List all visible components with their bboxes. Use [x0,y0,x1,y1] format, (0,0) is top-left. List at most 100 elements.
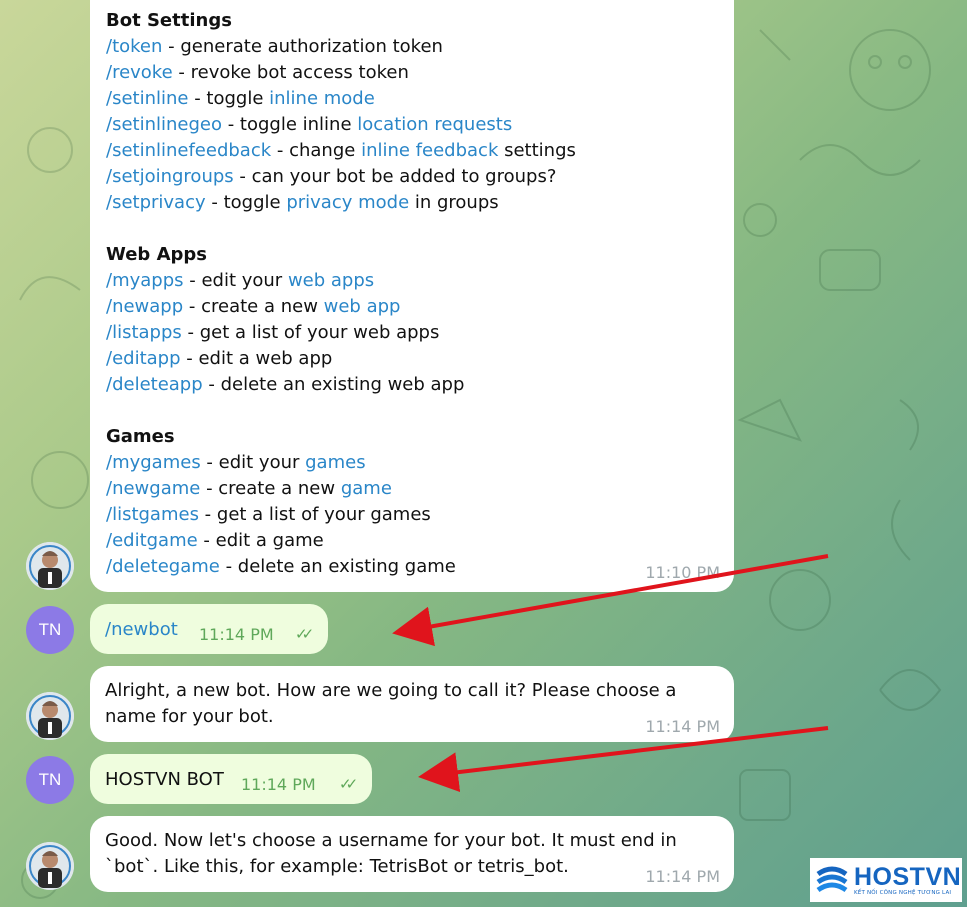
bot-avatar[interactable] [26,542,74,590]
hostvn-watermark-logo: HOSTVN KẾT NỐI CÔNG NGHỆ TƯƠNG LAI [810,858,962,902]
command-link[interactable]: game [341,478,392,499]
command-line: /setinlinefeedback - change inline feedb… [106,138,734,164]
command-description: - delete an existing web app [202,374,465,395]
command-line: /newapp - create a new web app [106,294,734,320]
section-title: Web Apps [106,244,207,265]
section-title: Games [106,426,175,447]
command-link[interactable]: /setinline [106,88,188,109]
outgoing-message-hostvn-bot: HOSTVN BOT 11:14 PM ✓✓ [90,754,372,804]
message-time: 11:14 PM [645,717,720,736]
command-line: /setjoingroups - can your bot be added t… [106,164,734,190]
bot-avatar[interactable] [26,692,74,740]
command-description: - get a list of your games [198,504,431,525]
bot-avatar-photo [26,842,74,890]
command-line: /mygames - edit your games [106,450,734,476]
command-link[interactable]: /editgame [106,530,198,551]
command-description: - edit your [183,270,288,291]
command-description: - get a list of your web apps [181,322,440,343]
command-link[interactable]: /revoke [106,62,173,83]
command-line: /setprivacy - toggle privacy mode in gro… [106,190,734,216]
commands-list: Bot Settings/token - generate authorizat… [106,8,734,580]
command-description: - toggle [188,88,270,109]
command-description: - toggle [205,192,287,213]
message-time: 11:14 PM [645,867,720,886]
command-link[interactable]: /newgame [106,478,200,499]
command-link[interactable]: /setinlinegeo [106,114,222,135]
message-time: 11:14 PM [199,625,274,644]
command-line: /setinline - toggle inline mode [106,86,734,112]
command-line: /token - generate authorization token [106,34,734,60]
double-check-icon: ✓✓ [339,775,358,793]
bot-avatar-photo [26,692,74,740]
command-description: - revoke bot access token [172,62,409,83]
command-link[interactable]: /deleteapp [106,374,203,395]
command-description: - create a new [183,296,324,317]
command-link[interactable]: /setprivacy [106,192,206,213]
user-avatar[interactable]: TN [26,606,74,654]
command-description: - edit a web app [180,348,333,369]
command-link[interactable]: /setjoingroups [106,166,234,187]
command-link[interactable]: /mygames [106,452,201,473]
command-link[interactable]: web app [324,296,401,317]
user-avatar-initials: TN [38,770,62,789]
hostvn-logo-tagline: KẾT NỐI CÔNG NGHỆ TƯƠNG LAI [854,890,952,896]
command-link[interactable]: /token [106,36,162,57]
command-link[interactable]: /setinlinefeedback [106,140,271,161]
message-text: HOSTVN BOT [105,769,224,790]
message-text-line1: Good. Now let's choose a username for yo… [105,830,677,851]
command-link[interactable]: location requests [357,114,512,135]
command-line: /newgame - create a new game [106,476,734,502]
command-link[interactable]: privacy mode [286,192,409,213]
command-link[interactable]: /deletegame [106,556,220,577]
message-text[interactable]: /newbot [105,617,178,643]
command-link[interactable]: /myapps [106,270,184,291]
command-line: /setinlinegeo - toggle inline location r… [106,112,734,138]
message-text-line2: name for your bot. [105,706,274,727]
command-link[interactable]: web apps [288,270,374,291]
command-line: /listapps - get a list of your web apps [106,320,734,346]
chat-area[interactable]: Bot Settings/token - generate authorizat… [0,0,967,907]
message-text-line2: `bot`. Like this, for example: TetrisBot… [105,856,569,877]
command-link[interactable]: /newapp [106,296,183,317]
command-description: - change [271,140,362,161]
bot-commands-message: Bot Settings/token - generate authorizat… [90,0,734,592]
bot-reply-choose-name: Alright, a new bot. How are we going to … [90,666,734,742]
message-text-line1: Alright, a new bot. How are we going to … [105,680,677,701]
message-time: 11:14 PM [241,775,316,794]
command-description: - generate authorization token [162,36,443,57]
command-link[interactable]: /editapp [106,348,181,369]
command-description: - toggle inline [221,114,358,135]
double-check-icon: ✓✓ [295,625,314,643]
command-description: - delete an existing game [219,556,456,577]
command-description: - can your bot be added to groups? [233,166,557,187]
message-time: 11:10 PM [645,563,720,582]
bot-avatar-photo [26,542,74,590]
command-line: /editgame - edit a game [106,528,734,554]
command-link[interactable]: inline mode [269,88,375,109]
outgoing-message-newbot: /newbot 11:14 PM ✓✓ [90,604,328,654]
hostvn-logo-name: HOSTVN [854,863,962,891]
command-description: in groups [409,192,499,213]
user-avatar[interactable]: TN [26,756,74,804]
command-link[interactable]: inline feedback [361,140,498,161]
command-link[interactable]: /listgames [106,504,199,525]
user-avatar-initials: TN [38,620,62,639]
section-title: Bot Settings [106,10,232,31]
bot-avatar[interactable] [26,842,74,890]
command-line: /myapps - edit your web apps [106,268,734,294]
command-link[interactable]: games [305,452,365,473]
command-link[interactable]: /listapps [106,322,182,343]
command-description: - edit a game [197,530,324,551]
command-line: /revoke - revoke bot access token [106,60,734,86]
command-description: settings [498,140,576,161]
command-line: /editapp - edit a web app [106,346,734,372]
command-description: - edit your [200,452,306,473]
command-description: - create a new [200,478,341,499]
command-line: /listgames - get a list of your games [106,502,734,528]
command-line: /deleteapp - delete an existing web app [106,372,734,398]
hostvn-logo-icon [816,866,848,893]
command-line: /deletegame - delete an existing game [106,554,734,580]
bot-reply-choose-username: Good. Now let's choose a username for yo… [90,816,734,892]
